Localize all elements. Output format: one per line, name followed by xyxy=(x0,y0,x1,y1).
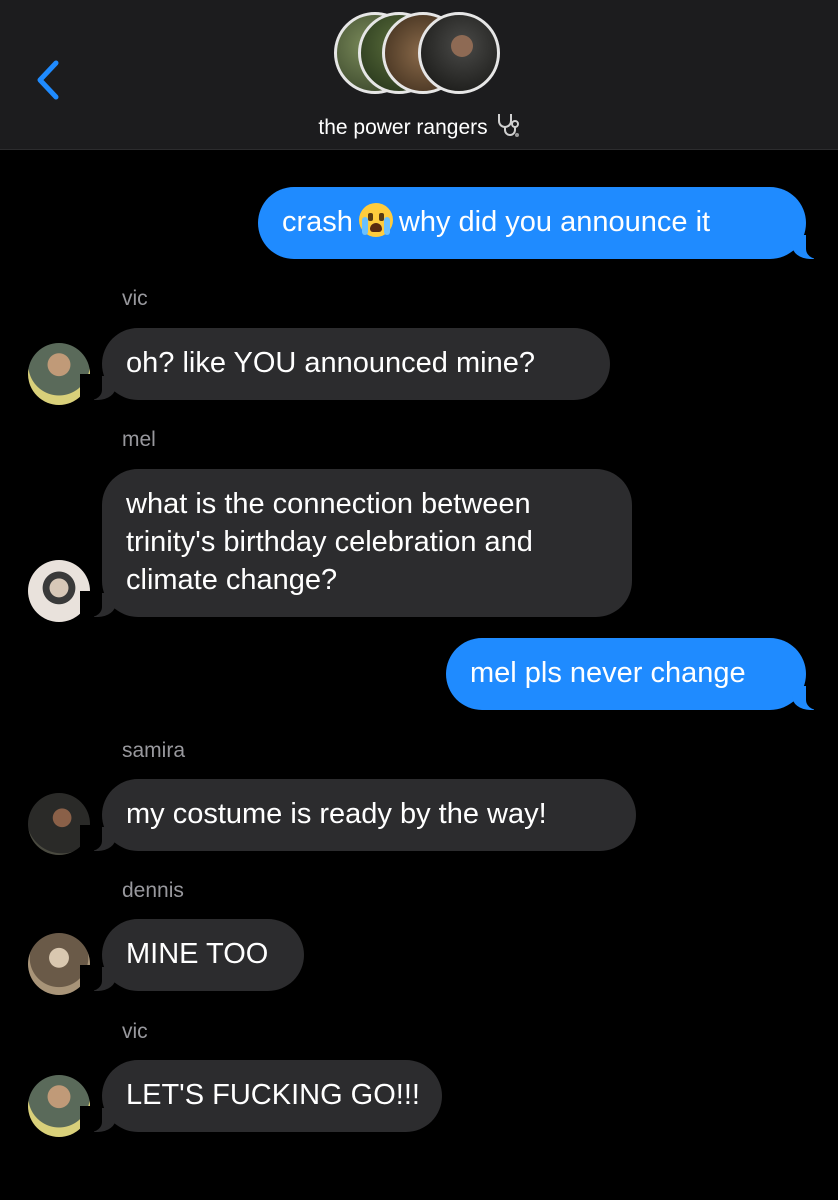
message-text: LET'S FUCKING GO!!! xyxy=(126,1079,420,1111)
message-text: my costume is ready by the way! xyxy=(126,798,547,830)
group-title-text: the power rangers xyxy=(318,116,488,139)
sender-name: vic xyxy=(122,1020,148,1043)
received-message-bubble[interactable]: LET'S FUCKING GO!!! xyxy=(80,1060,442,1132)
group-title[interactable]: the power rangers xyxy=(0,112,838,144)
sender-name: mel xyxy=(122,428,156,451)
sent-message-bubble[interactable]: mel pls never change xyxy=(446,638,828,710)
group-avatar-stack[interactable] xyxy=(334,10,504,100)
message-text: mel pls never change xyxy=(470,657,746,689)
back-button[interactable] xyxy=(30,55,70,105)
received-message-bubble[interactable]: my costume is ready by the way! xyxy=(80,779,636,851)
sender-name: vic xyxy=(122,287,148,310)
group-member-avatar xyxy=(418,12,500,94)
message-text: what is the connection between trinity's… xyxy=(126,488,533,596)
received-message-bubble[interactable]: what is the connection between trinity's… xyxy=(80,469,632,617)
sender-name: dennis xyxy=(122,879,184,902)
conversation-header: the power rangers xyxy=(0,0,838,150)
chevron-left-icon xyxy=(37,60,59,100)
message-text: MINE TOO xyxy=(126,938,269,970)
received-message-bubble[interactable]: oh? like YOU announced mine? xyxy=(80,328,610,400)
message-text: crash why did you announce it xyxy=(282,203,710,238)
loudly-crying-face-icon xyxy=(358,203,393,237)
received-message-bubble[interactable]: MINE TOO xyxy=(80,919,304,991)
message-text: oh? like YOU announced mine? xyxy=(126,347,535,379)
sent-message-bubble[interactable]: crash why did you announce it xyxy=(258,187,828,259)
sender-name: samira xyxy=(122,739,186,762)
stethoscope-icon xyxy=(496,112,520,144)
